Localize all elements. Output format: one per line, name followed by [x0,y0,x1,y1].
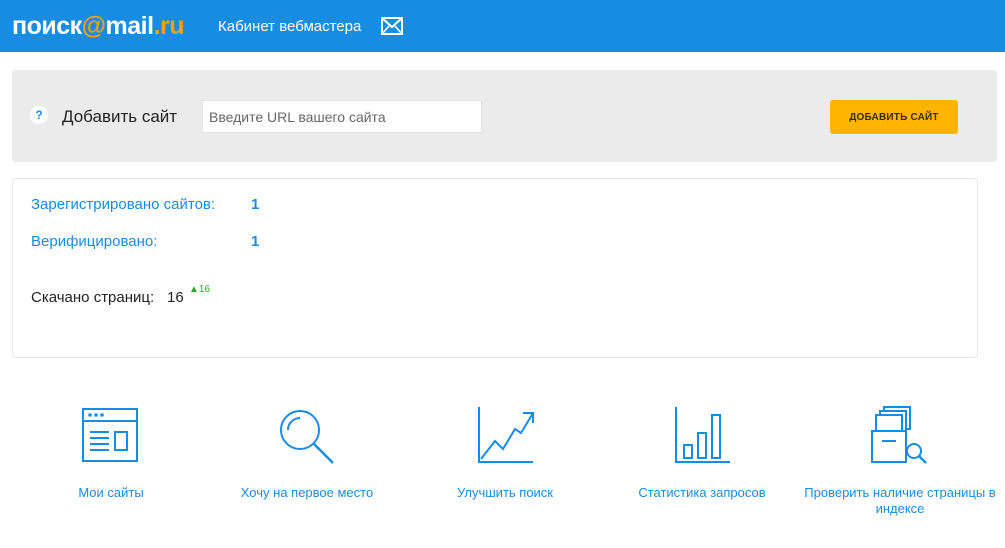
logo-part-at: @ [81,12,106,40]
top-header: поиск @ mail .ru Кабинет вебмастера [0,0,1005,52]
tile-my-sites[interactable]: Мои сайты [36,400,186,530]
magnifier-icon [280,410,334,464]
logo[interactable]: поиск @ mail .ru [12,11,185,41]
add-site-button[interactable]: ДОБАВИТЬ САЙТ [830,100,958,134]
site-url-input[interactable] [202,100,482,133]
tile-query-stats[interactable]: Статистика запросов [627,400,777,530]
help-icon[interactable]: ? [30,106,48,124]
cabinet-title[interactable]: Кабинет вебмастера [218,17,361,37]
envelope-icon[interactable] [381,17,403,35]
logo-part-poisk: поиск [12,12,82,40]
tile-check-index[interactable]: Проверить наличие страницы в индексе [800,400,1000,530]
registered-sites-value[interactable]: 1 [251,196,259,214]
tile-check-index-label[interactable]: Проверить наличие страницы в индексе [800,485,1000,517]
registered-sites-label[interactable]: Зарегистрировано сайтов: [31,196,215,214]
trend-chart-icon [478,407,534,463]
documents-search-icon [871,406,927,464]
tile-query-stats-label[interactable]: Статистика запросов [627,485,777,501]
downloaded-pages-label: Скачано страниц: [31,289,155,306]
downloaded-pages-delta: ▲16 [189,284,211,295]
logo-part-mail: mail [105,12,155,40]
logo-part-ru: .ru [153,12,185,40]
tile-first-place-label[interactable]: Хочу на первое место [232,485,382,501]
downloaded-pages-value: 16 [167,289,184,306]
tile-first-place[interactable]: Хочу на первое место [232,400,382,530]
bar-stats-icon [675,407,730,463]
browser-window-icon [82,408,138,462]
verified-label[interactable]: Верифицировано: [31,233,157,251]
verified-value[interactable]: 1 [251,233,259,251]
tile-improve-search[interactable]: Улучшить поиск [430,400,580,530]
add-site-label: Добавить сайт [62,107,178,126]
tile-my-sites-label[interactable]: Мои сайты [36,485,186,501]
tile-improve-search-label[interactable]: Улучшить поиск [430,485,580,501]
